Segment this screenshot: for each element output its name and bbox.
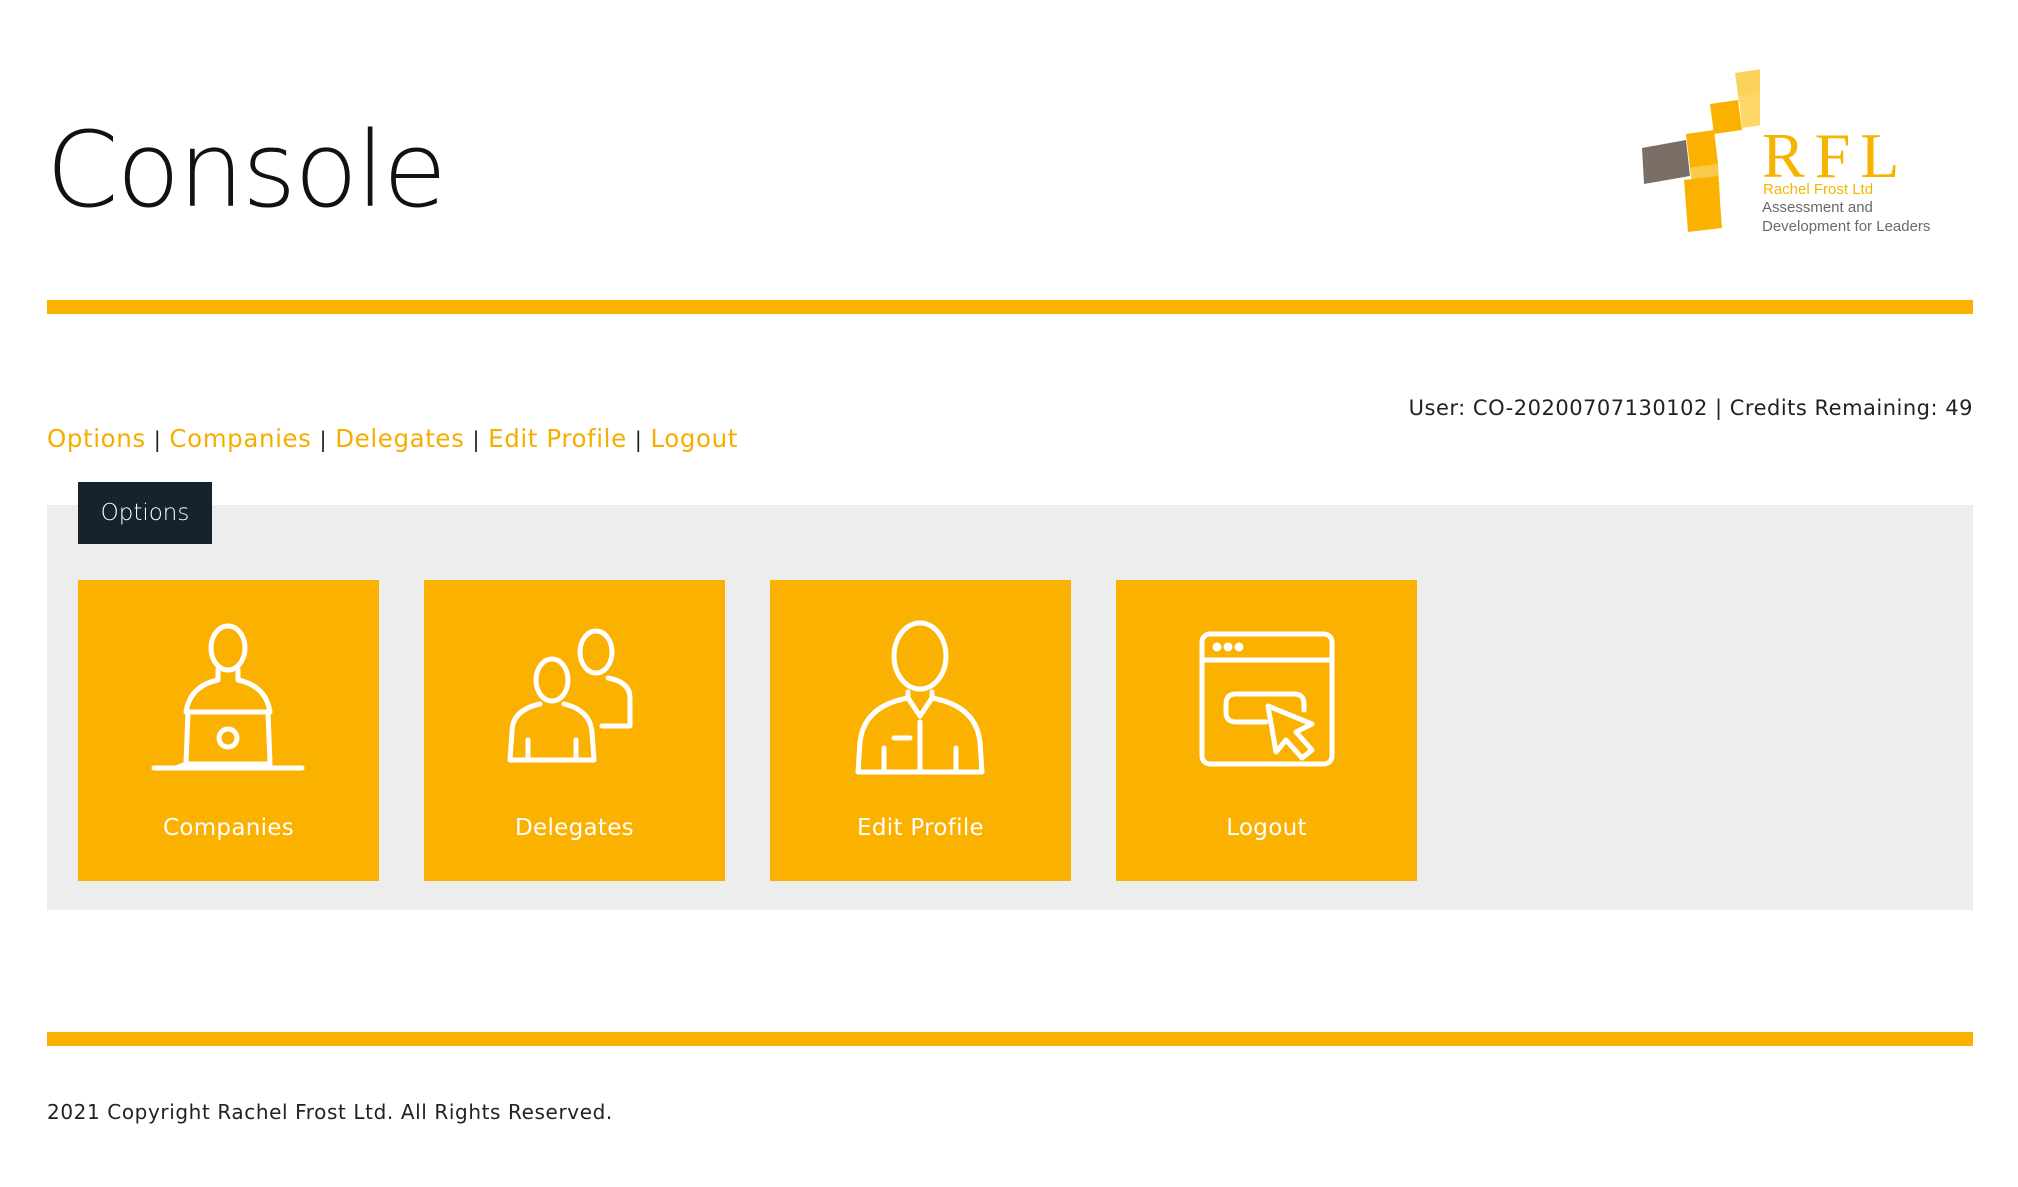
tile-label: Delegates <box>515 815 634 841</box>
top-nav: Options | Companies | Delegates | Edit Profile… <box>47 424 738 453</box>
logo-tagline-line2: Development for Leaders <box>1762 218 1931 235</box>
page-title: Console <box>46 109 447 231</box>
nav-link-delegates[interactable]: Delegates <box>335 424 464 453</box>
nav-separator: | <box>153 428 162 452</box>
person-laptop-icon <box>151 623 305 771</box>
nav-link-logout[interactable]: Logout <box>650 424 737 453</box>
footer-copyright: 2021 Copyright Rachel Frost Ltd. All Rig… <box>47 1100 613 1124</box>
tile-label: Logout <box>1226 815 1307 841</box>
user-credits-info: User: CO-20200707130102 | Credits Remain… <box>1408 396 1973 420</box>
nav-separator: | <box>319 428 328 452</box>
tile-companies[interactable]: Companies <box>78 580 379 881</box>
tile-logout[interactable]: Logout <box>1116 580 1417 881</box>
company-logo: RFL Rachel Frost Ltd Assessment and Deve… <box>1640 68 1950 243</box>
nav-separator: | <box>472 428 481 452</box>
nav-link-companies[interactable]: Companies <box>169 424 311 453</box>
logo-company-name: Rachel Frost Ltd <box>1763 181 1874 198</box>
logo-tagline: Assessment and Development for Leaders <box>1762 198 1962 236</box>
tile-label: Edit Profile <box>857 815 984 841</box>
tile-edit-profile[interactable]: Edit Profile <box>770 580 1071 881</box>
browser-cursor-icon <box>1199 631 1335 767</box>
footer-divider <box>47 1032 1973 1046</box>
logo-letters: RFL <box>1762 120 1910 191</box>
person-suit-icon <box>855 620 985 775</box>
options-panel-tab: Options <box>78 482 212 544</box>
tile-label: Companies <box>162 815 295 841</box>
two-people-icon <box>507 628 633 763</box>
nav-separator: | <box>634 428 643 452</box>
header-divider <box>47 300 1973 314</box>
nav-link-options[interactable]: Options <box>47 424 146 453</box>
tile-delegates[interactable]: Delegates <box>424 580 725 881</box>
nav-link-edit-profile[interactable]: Edit Profile <box>488 424 627 453</box>
logo-mark-icon <box>1642 69 1760 232</box>
logo-tagline-line1: Assessment and <box>1762 199 1873 216</box>
